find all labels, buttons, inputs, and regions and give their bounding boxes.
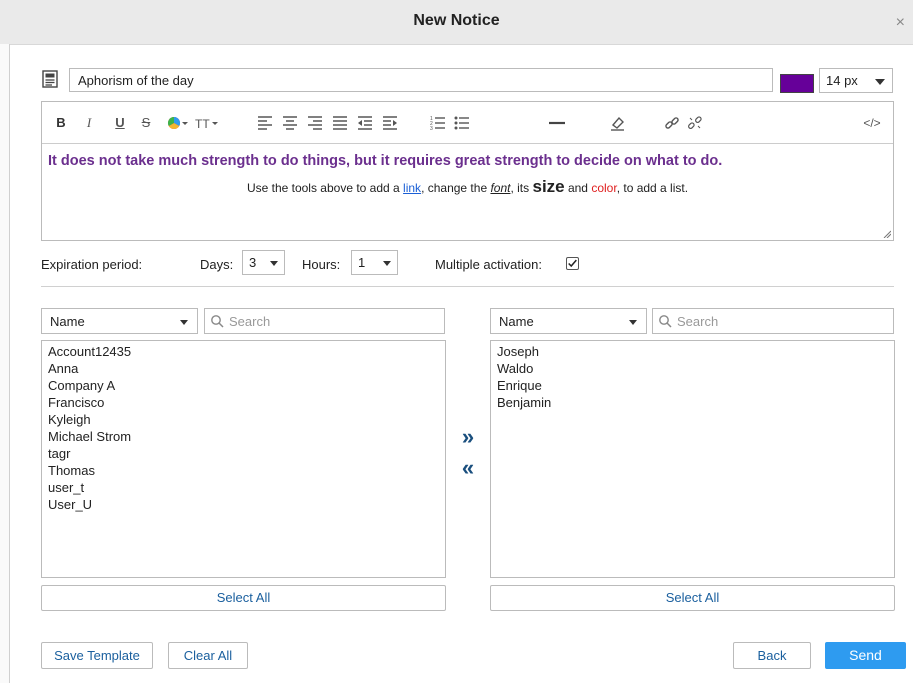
hint-color: color	[591, 181, 617, 195]
hint-text: Use the tools above to add a	[246, 181, 404, 195]
left-search-input[interactable]	[204, 308, 445, 334]
list-item[interactable]: Anna	[48, 360, 439, 377]
template-icon[interactable]	[41, 70, 59, 88]
close-icon[interactable]: ×	[896, 14, 905, 32]
hint-text: and	[564, 181, 592, 195]
editor-content[interactable]: It does not take much strength to do thi…	[42, 144, 893, 240]
back-button[interactable]: Back	[733, 642, 811, 669]
hours-label: Hours:	[302, 257, 341, 272]
right-search-input[interactable]	[652, 308, 894, 334]
list-item[interactable]: Enrique	[497, 377, 888, 394]
left-sort-value: Name	[50, 314, 85, 329]
hint-link[interactable]: link	[403, 181, 421, 195]
chevron-down-icon	[629, 320, 637, 325]
hint-text: , to add a list.	[616, 181, 689, 195]
underline-button[interactable]: U	[113, 114, 127, 132]
title-bar: New Notice ×	[0, 0, 913, 45]
outdent-icon[interactable]	[357, 114, 373, 132]
hint-font: font	[490, 181, 511, 195]
bullet-list-icon[interactable]	[454, 114, 470, 132]
text-size-icon[interactable]: TT	[194, 114, 220, 132]
font-size-select[interactable]: 14 px	[819, 68, 893, 93]
available-list[interactable]: Account12435 Anna Company A Francisco Ky…	[41, 340, 446, 578]
hours-value: 1	[358, 255, 366, 270]
checkmark-icon	[568, 259, 577, 268]
align-right-icon[interactable]	[307, 114, 323, 132]
save-template-button[interactable]: Save Template	[41, 642, 153, 669]
left-select-all-button[interactable]: Select All	[41, 585, 446, 611]
move-right-button[interactable]: »	[458, 426, 478, 448]
font-size-value: 14 px	[826, 73, 858, 88]
svg-text:TT: TT	[195, 117, 210, 131]
list-item[interactable]: Michael Strom	[48, 428, 439, 445]
list-item[interactable]: User_U	[48, 496, 439, 513]
search-icon	[211, 315, 224, 328]
list-item[interactable]: Francisco	[48, 394, 439, 411]
source-code-button[interactable]: </>	[860, 114, 884, 132]
list-item[interactable]: Joseph	[497, 343, 888, 360]
align-justify-icon[interactable]	[332, 114, 348, 132]
chevron-down-icon	[383, 261, 391, 266]
search-icon	[659, 315, 672, 328]
unlink-icon[interactable]	[687, 114, 703, 132]
left-sort-select[interactable]: Name	[41, 308, 198, 334]
horizontal-rule-icon[interactable]	[548, 114, 566, 132]
subject-input[interactable]	[69, 68, 773, 92]
expiration-row: Expiration period: Days: 3 Hours: 1 Mult…	[41, 250, 894, 278]
clear-all-button[interactable]: Clear All	[168, 642, 248, 669]
italic-button[interactable]: I	[82, 114, 96, 132]
eraser-icon[interactable]	[609, 114, 625, 132]
list-item[interactable]: user_t	[48, 479, 439, 496]
message-editor[interactable]: B I U S TT 1 2 3 </> It does not take mu…	[41, 101, 894, 241]
multiple-activation-checkbox[interactable]	[566, 257, 579, 270]
hint-size: size	[532, 177, 565, 196]
align-center-icon[interactable]	[282, 114, 298, 132]
hours-select[interactable]: 1	[351, 250, 398, 275]
recipients-list[interactable]: Joseph Waldo Enrique Benjamin	[490, 340, 895, 578]
right-select-all-button[interactable]: Select All	[490, 585, 895, 611]
resize-handle-icon[interactable]	[883, 230, 891, 238]
multiple-activation-label: Multiple activation:	[435, 257, 542, 272]
days-value: 3	[249, 255, 257, 270]
right-sort-select[interactable]: Name	[490, 308, 647, 334]
align-left-icon[interactable]	[257, 114, 273, 132]
list-item[interactable]: Benjamin	[497, 394, 888, 411]
days-label: Days:	[200, 257, 234, 272]
right-sort-value: Name	[499, 314, 534, 329]
window-title: New Notice	[413, 12, 500, 29]
expiration-label: Expiration period:	[41, 257, 143, 272]
color-picker-icon[interactable]	[166, 114, 190, 132]
svg-text:3: 3	[430, 126, 433, 132]
hint-text: , its	[510, 181, 533, 195]
message-hint: Use the tools above to add a link, chang…	[48, 177, 887, 197]
window-left-edge	[0, 44, 10, 683]
separator	[41, 286, 894, 287]
list-item[interactable]: tagr	[48, 445, 439, 462]
list-item[interactable]: Kyleigh	[48, 411, 439, 428]
list-item[interactable]: Waldo	[497, 360, 888, 377]
chevron-down-icon	[180, 320, 188, 325]
editor-toolbar: B I U S TT 1 2 3 </>	[42, 102, 893, 144]
numbered-list-icon[interactable]: 123	[430, 114, 446, 132]
hint-text: , change the	[421, 181, 491, 195]
chevron-down-icon	[270, 261, 278, 266]
link-icon[interactable]	[664, 114, 680, 132]
days-select[interactable]: 3	[242, 250, 285, 275]
font-color-swatch[interactable]	[780, 74, 814, 93]
send-button[interactable]: Send	[825, 642, 906, 669]
bold-button[interactable]: B	[54, 114, 68, 132]
message-headline: It does not take much strength to do thi…	[48, 153, 723, 169]
chevron-down-icon	[875, 79, 885, 85]
list-item[interactable]: Company A	[48, 377, 439, 394]
strikethrough-button[interactable]: S	[139, 114, 153, 132]
list-item[interactable]: Thomas	[48, 462, 439, 479]
indent-icon[interactable]	[382, 114, 398, 132]
move-left-button[interactable]: «	[458, 457, 478, 479]
list-item[interactable]: Account12435	[48, 343, 439, 360]
